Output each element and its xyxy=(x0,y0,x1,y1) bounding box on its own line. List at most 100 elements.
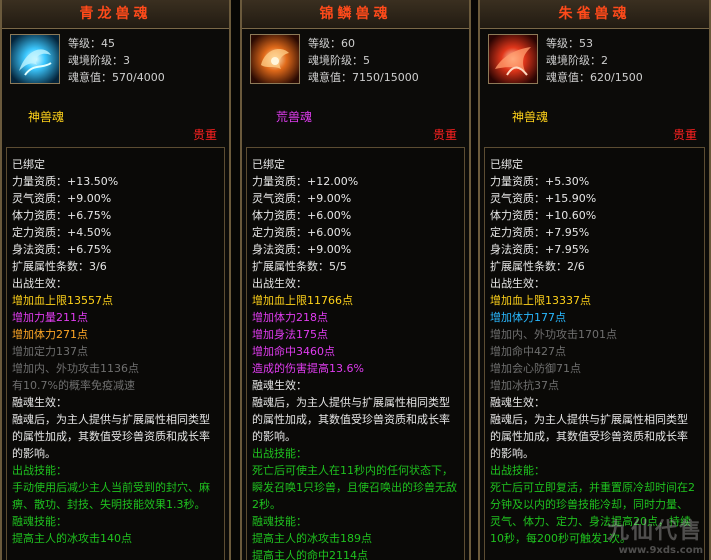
vermilion-bird-spirit-icon[interactable] xyxy=(488,34,538,84)
bound-status: 已绑定 xyxy=(490,158,523,171)
skill-header: 出战技能： xyxy=(12,464,67,477)
stat-label: 灵气资质： xyxy=(252,192,307,205)
bound-status: 已绑定 xyxy=(12,158,45,171)
effect-line: 增加会心防御71点 xyxy=(490,362,581,375)
ext-value: 5/5 xyxy=(329,260,347,273)
stat-row: 体力资质：+6.00% xyxy=(252,207,464,224)
panel-title: 锦鳞兽魂 xyxy=(242,0,469,29)
stat-label: 力量资质： xyxy=(252,175,307,188)
detail-box: 已绑定 力量资质：+5.30% 灵气资质：+15.90% 体力资质：+10.60… xyxy=(484,147,705,560)
exp-value: 620/1500 xyxy=(590,71,643,84)
skill-description: 手动使用后减少主人当前受到的封穴、麻痹、散功、封技、失明技能效果1.3秒。 xyxy=(12,481,210,511)
stat-row: 身法资质：+7.95% xyxy=(490,241,704,258)
stat-row: 灵气资质：+15.90% xyxy=(490,190,704,207)
stage-label: 魂境阶级： xyxy=(308,54,363,67)
ext-value: 3/6 xyxy=(89,260,107,273)
stat-label: 身法资质： xyxy=(252,243,307,256)
effect-line: 增加体力218点 xyxy=(252,311,328,324)
fuse-skill-header: 融魂技能： xyxy=(12,515,67,528)
battle-effect-header: 出战生效： xyxy=(12,277,67,290)
stat-row: 力量资质：+13.50% xyxy=(12,173,224,190)
battle-effect-header: 出战生效： xyxy=(252,277,307,290)
stage-value: 5 xyxy=(363,54,370,67)
effect-line: 增加体力177点 xyxy=(490,311,566,324)
exp-label: 魂意值： xyxy=(546,71,590,84)
effect-line: 增加血上限13337点 xyxy=(490,294,591,307)
stat-label: 身法资质： xyxy=(490,243,545,256)
fuse-skill-line: 提高主人的命中2114点 xyxy=(252,549,368,560)
level-value: 53 xyxy=(579,37,593,50)
effect-line: 增加血上限13557点 xyxy=(12,294,113,307)
stat-value: +9.00% xyxy=(307,243,352,256)
stat-value: +6.00% xyxy=(307,209,352,222)
fuse-skill-line: 提高主人的冰攻击189点 xyxy=(252,532,372,545)
effect-line: 有10.7%的概率免疫减速 xyxy=(12,379,135,392)
fuse-description: 融魂后，为主人提供与扩展属性相同类型的属性加成，其数值受珍兽资质和成长率的影响。 xyxy=(252,396,450,443)
level-value: 45 xyxy=(101,37,115,50)
effect-line: 增加力量211点 xyxy=(12,311,88,324)
rarity-badge: 贵重 xyxy=(192,128,217,142)
rarity-badge: 贵重 xyxy=(432,128,457,142)
stat-label: 体力资质： xyxy=(12,209,67,222)
golden-scale-spirit-icon[interactable] xyxy=(250,34,300,84)
effect-line: 增加内、外功攻击1701点 xyxy=(490,328,617,341)
panel-title: 青龙兽魂 xyxy=(2,0,229,29)
stat-label: 力量资质： xyxy=(490,175,545,188)
stat-value: +13.50% xyxy=(67,175,119,188)
battle-effect-header: 出战生效： xyxy=(490,277,545,290)
ext-row: 扩展属性条数：5/5 xyxy=(252,258,464,275)
panel-title: 朱雀兽魂 xyxy=(480,0,709,29)
stat-label: 灵气资质： xyxy=(490,192,545,205)
exp-value: 570/4000 xyxy=(112,71,165,84)
stat-label: 身法资质： xyxy=(12,243,67,256)
effect-line: 增加命中427点 xyxy=(490,345,566,358)
stat-value: +5.30% xyxy=(545,175,590,188)
stat-row: 定力资质：+7.95% xyxy=(490,224,704,241)
fuse-effect-header: 融魂生效： xyxy=(490,396,545,409)
fuse-description: 融魂后，为主人提供与扩展属性相同类型的属性加成，其数值受珍兽资质和成长率的影响。 xyxy=(12,413,210,460)
stat-label: 灵气资质： xyxy=(12,192,67,205)
exp-label: 魂意值： xyxy=(308,71,352,84)
stat-value: +7.95% xyxy=(545,226,590,239)
ext-label: 扩展属性条数： xyxy=(12,260,89,273)
ext-label: 扩展属性条数： xyxy=(252,260,329,273)
ext-label: 扩展属性条数： xyxy=(490,260,567,273)
effect-line: 增加体力271点 xyxy=(12,328,88,341)
stat-value: +12.00% xyxy=(307,175,359,188)
watermark-url: www.9xds.com xyxy=(618,545,703,556)
stat-row: 灵气资质：+9.00% xyxy=(252,190,464,207)
detail-box: 已绑定 力量资质：+13.50% 灵气资质：+9.00% 体力资质：+6.75%… xyxy=(6,147,225,560)
exp-label: 魂意值： xyxy=(68,71,112,84)
stat-row: 灵气资质：+9.00% xyxy=(12,190,224,207)
fuse-description: 融魂后，为主人提供与扩展属性相同类型的属性加成，其数值受珍兽资质和成长率的影响。 xyxy=(490,413,688,460)
stat-label: 力量资质： xyxy=(12,175,67,188)
spirit-type: 神兽魂 xyxy=(28,110,65,124)
level-label: 等级： xyxy=(308,37,341,50)
spirit-panel-qinglong: 青龙兽魂 等级：45 魂境阶级：3 魂意值：570/4000 神兽魂 贵重 已绑… xyxy=(0,0,231,560)
stat-row: 定力资质：+4.50% xyxy=(12,224,224,241)
blue-dragon-spirit-icon[interactable] xyxy=(10,34,60,84)
skill-description: 死亡后可使主人在11秒内的任何状态下，瞬发召唤1只珍兽，且使召唤出的珍兽无敌2秒… xyxy=(252,464,457,511)
effect-line: 增加冰抗37点 xyxy=(490,379,559,392)
skill-header: 出战技能： xyxy=(490,464,545,477)
stat-label: 定力资质： xyxy=(12,226,67,239)
stat-value: +7.95% xyxy=(545,243,590,256)
fuse-skill-header: 融魂技能： xyxy=(252,515,307,528)
skill-header: 出战技能： xyxy=(252,447,307,460)
ext-value: 2/6 xyxy=(567,260,585,273)
fuse-skill-line: 提高主人的冰攻击140点 xyxy=(12,532,132,545)
stat-row: 力量资质：+12.00% xyxy=(252,173,464,190)
stat-label: 体力资质： xyxy=(252,209,307,222)
stat-label: 体力资质： xyxy=(490,209,545,222)
stat-value: +4.50% xyxy=(67,226,112,239)
level-value: 60 xyxy=(341,37,355,50)
spirit-type: 荒兽魂 xyxy=(276,110,313,124)
effect-line: 增加定力137点 xyxy=(12,345,88,358)
stat-label: 定力资质： xyxy=(252,226,307,239)
stat-value: +6.75% xyxy=(67,243,112,256)
site-watermark: 九仙代售 www.9xds.com xyxy=(607,513,703,556)
effect-line: 增加内、外功攻击1136点 xyxy=(12,362,139,375)
stat-row: 体力资质：+6.75% xyxy=(12,207,224,224)
stat-value: +6.75% xyxy=(67,209,112,222)
stat-value: +15.90% xyxy=(545,192,597,205)
